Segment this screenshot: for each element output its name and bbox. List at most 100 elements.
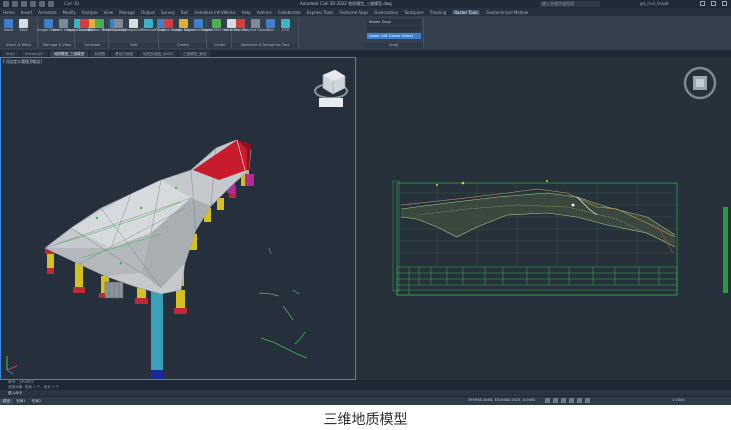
panel-title[interactable]: Create: [160, 43, 206, 48]
doc-tab[interactable]: 剖面图: [90, 50, 110, 57]
touchup-icon: [114, 19, 123, 28]
ribbon-tab-add-ins[interactable]: Add-ins: [257, 10, 272, 15]
ribbon-tab-home[interactable]: Home: [3, 10, 15, 15]
panel-title[interactable]: Correlate: [76, 43, 108, 48]
ribbon-tabs: Home Insert Annotate Modify Analyze View Manag…: [0, 8, 731, 16]
figure-caption: 三维地质模型: [323, 412, 408, 428]
panel-title[interactable]: Insert & Write: [0, 43, 37, 48]
ribbon-tab-express-tools[interactable]: Express Tools: [307, 10, 334, 15]
ribbon-tab-survey[interactable]: Survey: [161, 10, 175, 15]
doc-tab[interactable]: 地质模型_三维模型: [49, 50, 89, 57]
doc-tab[interactable]: Drawing1*: [20, 50, 48, 57]
annotation-scale[interactable]: 1:1000: [672, 398, 685, 402]
panel-title[interactable]: Vectorize & Recognize Text: [232, 43, 298, 48]
text-button[interactable]: Text: [264, 19, 277, 33]
remove-icon: [144, 19, 153, 28]
polar-toggle-icon[interactable]: [569, 398, 574, 403]
polyline-follow-button[interactable]: Polyline Follow: [243, 19, 268, 33]
ribbon-tab-toolspace[interactable]: Toolspace: [404, 10, 424, 15]
ribbon-tab-autodesk-infraworks[interactable]: Autodesk InfraWorks: [194, 10, 235, 15]
redo-icon[interactable]: [48, 1, 54, 7]
coordinate-readout: 395958.3048, 3019482.0525, 0.0000: [468, 398, 536, 402]
ribbon-panel-0: Insert Save Insert & Write: [0, 18, 38, 48]
layout-tab[interactable]: 布局1: [13, 399, 28, 404]
viewport-3d-model[interactable]: [-][自定义视图][概念]: [0, 57, 356, 380]
doc-tab[interactable]: Start: [2, 50, 19, 57]
viewport-label[interactable]: [-][自定义视图][概念]: [3, 59, 42, 65]
polyline-icon: [236, 19, 245, 28]
ribbon-panel-1: Image Frame Insert Image Image Transp Cut Ma…: [37, 18, 96, 48]
create-rem-hatch-button[interactable]: Create REM Hatch: [201, 19, 232, 33]
ribbon-tab-rail[interactable]: Rail: [181, 10, 188, 15]
layout-tab[interactable]: 模型: [0, 398, 14, 404]
primitive-image-icon: [164, 19, 173, 28]
open-file-icon[interactable]: [21, 1, 27, 7]
button-label: Despeckle: [124, 28, 143, 32]
new-file-icon[interactable]: [12, 1, 18, 7]
ocr-button[interactable]: OCR: [279, 19, 292, 33]
panel-title[interactable]: Edit: [110, 43, 158, 48]
survey-lines: [258, 247, 308, 359]
layout-tab[interactable]: 布局2: [29, 399, 44, 404]
ucs-icon: [6, 356, 18, 375]
geo-model-drawing: [6, 69, 348, 379]
quick-access-toolbar: [3, 1, 54, 7]
insert-image-icon: [59, 19, 68, 28]
ribbon-tab-insert[interactable]: Insert: [21, 10, 32, 15]
ribbon-tab-view[interactable]: View: [104, 10, 114, 15]
despeckle-button[interactable]: Despeckle: [124, 19, 143, 33]
osnap-toggle-icon[interactable]: [577, 398, 582, 403]
viewport-section[interactable]: [357, 57, 731, 380]
insert-button[interactable]: Insert: [2, 19, 15, 33]
ribbon-tab-output[interactable]: Output: [141, 10, 155, 15]
ribbon-tab-analyze[interactable]: Analyze: [82, 10, 98, 15]
user-account[interactable]: gd_civil_fenpb: [640, 1, 668, 6]
command-input[interactable]: 键入命令: [0, 390, 731, 396]
insert-icon: [4, 19, 13, 28]
doc-tab[interactable]: 三维模型_管线: [179, 50, 211, 57]
ribbon-tab-help[interactable]: Help: [242, 10, 251, 15]
panel-title[interactable]: Snap: [364, 43, 423, 48]
minimize-icon[interactable]: [700, 1, 705, 6]
ortho-toggle-icon[interactable]: [561, 398, 566, 403]
save-icon[interactable]: [30, 1, 36, 7]
panel-title[interactable]: Create: [208, 43, 231, 48]
save-button[interactable]: Save: [17, 19, 30, 33]
ribbon-tab-geolocation[interactable]: Geolocation: [374, 10, 398, 15]
button-label: Touchup: [111, 28, 126, 32]
save-icon: [19, 19, 28, 28]
grid-toggle-icon[interactable]: [545, 398, 550, 403]
snap-toggle-icon[interactable]: [553, 398, 558, 403]
title-bar: Civil 3D Autodesk Civil 3D 2022 地质模型_三维模…: [0, 0, 731, 8]
workspace-selector[interactable]: Civil 3D: [64, 1, 79, 6]
touchup-button[interactable]: Touchup: [111, 19, 126, 33]
close-icon[interactable]: [722, 1, 727, 6]
ribbon-tab-modify[interactable]: Modify: [63, 10, 76, 15]
ribbon-tab-featured-apps[interactable]: Featured Apps: [339, 10, 368, 15]
ribbon-tab-annotate[interactable]: Annotate: [38, 10, 56, 15]
doc-tab[interactable]: 基础平面图: [111, 50, 138, 57]
lineweight-toggle-icon[interactable]: [585, 398, 590, 403]
status-bar: 模型 布局1 布局2 395958.3048, 3019482.0525, 0.000…: [0, 397, 731, 405]
create-region-icon: [179, 19, 188, 28]
panel-title[interactable]: Manage & View: [40, 43, 74, 48]
undo-icon[interactable]: [39, 1, 45, 7]
search-input[interactable]: 键入关键字或短语: [540, 1, 600, 7]
button-label: Text: [267, 28, 274, 32]
viewcube-icon[interactable]: [314, 69, 348, 107]
ribbon-tab-raster-tools[interactable]: Raster Tools: [452, 9, 481, 15]
section-drawing: [392, 66, 728, 296]
ribbon-tab-tracking[interactable]: Tracking: [430, 10, 447, 15]
ribbon-tab-geotechnical-module[interactable]: Geotechnical Module: [486, 10, 528, 15]
navigation-wheel-icon[interactable]: [683, 66, 717, 100]
doc-tab[interactable]: 地质剖面图_ABCD: [139, 50, 178, 57]
ribbon-tab-collaborate[interactable]: Collaborate: [278, 10, 301, 15]
text-icon: [266, 19, 275, 28]
enhanced-region-icon: [194, 19, 203, 28]
command-line: 命令: _VPORTS 选择对象: 找到 1 个，总计 1 个 键入命令: [0, 380, 731, 397]
remove-button[interactable]: Remove: [142, 19, 155, 33]
button-label: Remove: [141, 28, 156, 32]
app-menu-icon[interactable]: [3, 1, 9, 7]
ribbon-tab-manage[interactable]: Manage: [119, 10, 135, 15]
maximize-icon[interactable]: [711, 1, 716, 6]
